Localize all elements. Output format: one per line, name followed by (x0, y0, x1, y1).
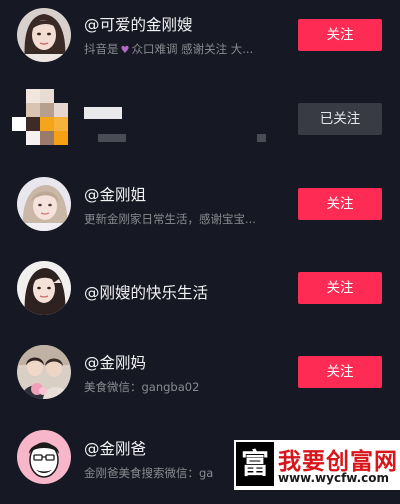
user-bio-fragment (257, 134, 266, 142)
user-name[interactable]: @刚嫂的快乐生活 (84, 281, 208, 303)
following-button[interactable]: 已关注 (298, 103, 382, 135)
bio-prefix: 抖音是 (84, 42, 119, 56)
follow-button[interactable]: 关注 (298, 19, 382, 51)
watermark-logo-icon: 富 (236, 442, 274, 486)
watermark-url: www.wycfw.com (278, 471, 390, 485)
bio-suffix: 众口难调 感谢关注 大... (131, 42, 254, 56)
avatar[interactable] (17, 177, 71, 231)
user-bio: 更新金刚家日常生活，感谢宝宝... (84, 212, 256, 226)
avatar[interactable] (17, 8, 71, 62)
user-name[interactable] (84, 107, 122, 119)
follow-button[interactable]: 关注 (298, 356, 382, 388)
watermark: 富 我要创富网 www.wycfw.com (234, 440, 400, 490)
user-bio: 抖音是 ♥ 众口难调 感谢关注 大... (84, 41, 253, 57)
list-item[interactable]: @可爱的金刚嫂 抖音是 ♥ 众口难调 感谢关注 大... 关注 (0, 0, 400, 84)
avatar[interactable] (17, 430, 71, 484)
list-item[interactable]: @金刚妈 美食微信：gangba02 关注 (0, 336, 400, 420)
list-item[interactable]: @金刚姐 更新金刚家日常生活，感谢宝宝... 关注 (0, 168, 400, 252)
follow-button[interactable]: 关注 (298, 188, 382, 220)
user-name[interactable]: @可爱的金刚嫂 (84, 13, 193, 35)
user-name[interactable]: @金刚爸 (84, 437, 146, 459)
user-bio (98, 134, 126, 142)
user-bio: 美食微信：gangba02 (84, 380, 200, 394)
avatar[interactable] (12, 89, 68, 145)
follow-button[interactable]: 关注 (298, 272, 382, 304)
user-name[interactable]: @金刚妈 (84, 351, 146, 373)
user-bio: 金刚爸美食搜索微信：ga (84, 466, 214, 480)
user-name[interactable]: @金刚姐 (84, 183, 146, 205)
avatar[interactable] (17, 261, 71, 315)
list-item[interactable]: @刚嫂的快乐生活 关注 (0, 252, 400, 336)
heart-icon: ♥ (120, 45, 130, 56)
avatar[interactable] (17, 345, 71, 399)
list-item[interactable]: 已关注 (0, 84, 400, 168)
